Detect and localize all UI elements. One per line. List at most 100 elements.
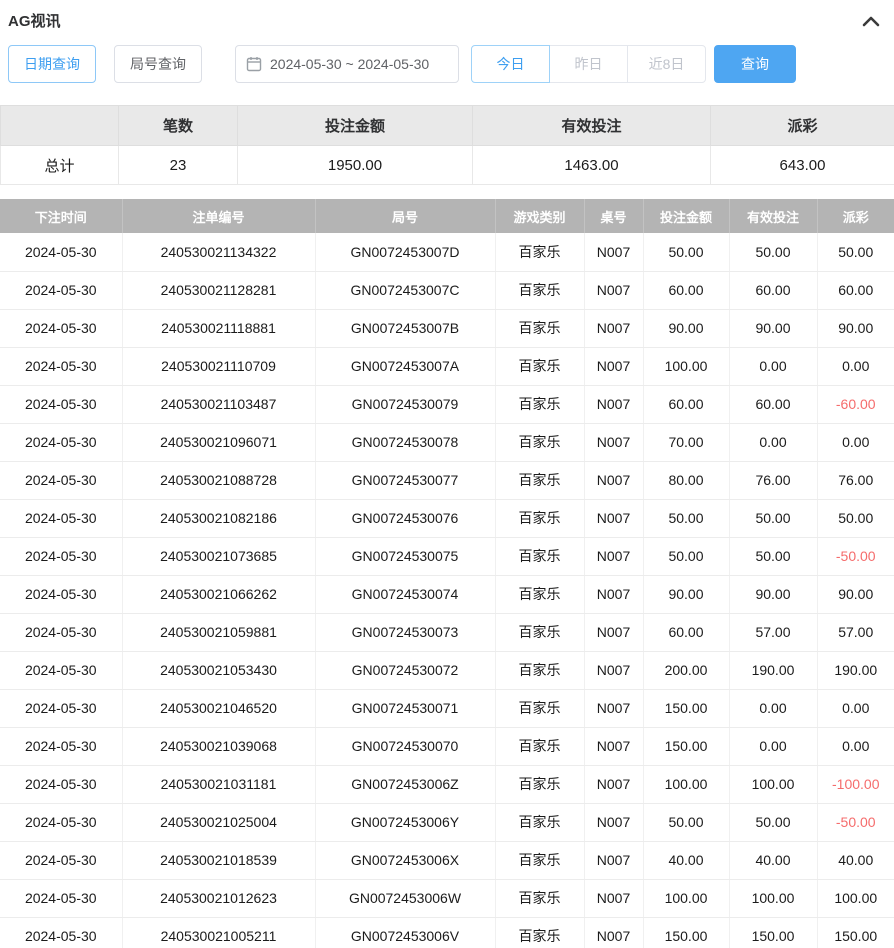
table-row: 2024-05-30240530021031181GN0072453006Z百家… (0, 765, 894, 803)
table-cell: N007 (584, 499, 643, 537)
table-cell: 60.00 (729, 385, 817, 423)
table-cell: 百家乐 (495, 309, 584, 347)
date-range-picker[interactable]: 2024-05-30 ~ 2024-05-30 (235, 45, 459, 83)
table-cell: 90.00 (817, 309, 894, 347)
table-cell: 90.00 (643, 575, 729, 613)
date-range-value: 2024-05-30 ~ 2024-05-30 (270, 56, 429, 72)
table-cell: 2024-05-30 (0, 841, 122, 879)
table-cell: N007 (584, 803, 643, 841)
table-cell: 76.00 (817, 461, 894, 499)
table-cell: 2024-05-30 (0, 271, 122, 309)
table-cell: 2024-05-30 (0, 309, 122, 347)
table-cell: GN00724530074 (315, 575, 495, 613)
table-cell: 150.00 (817, 917, 894, 948)
table-cell: N007 (584, 575, 643, 613)
table-cell: 2024-05-30 (0, 461, 122, 499)
page: AG视讯 日期查询 局号查询 2024-05-30 ~ 2024-05-30 今… (0, 0, 894, 948)
table-cell: 0.00 (817, 689, 894, 727)
quick-button-today[interactable]: 今日 (471, 45, 550, 83)
table-cell: 57.00 (729, 613, 817, 651)
table-cell: 百家乐 (495, 613, 584, 651)
table-cell: 2024-05-30 (0, 385, 122, 423)
summary-total-payout: 643.00 (711, 146, 894, 185)
table-cell: 2024-05-30 (0, 347, 122, 385)
table-cell: 240530021110709 (122, 347, 315, 385)
table-cell: 60.00 (643, 271, 729, 309)
date-query-button[interactable]: 日期查询 (8, 45, 96, 83)
table-cell: N007 (584, 309, 643, 347)
table-cell: 100.00 (729, 879, 817, 917)
table-cell: N007 (584, 233, 643, 271)
table-cell: 50.00 (729, 803, 817, 841)
table-cell: 百家乐 (495, 233, 584, 271)
collapse-button[interactable] (860, 12, 882, 30)
table-cell: 40.00 (643, 841, 729, 879)
table-cell: N007 (584, 879, 643, 917)
table-cell: N007 (584, 385, 643, 423)
table-cell: N007 (584, 461, 643, 499)
table-cell: 190.00 (729, 651, 817, 689)
quick-button-yesterday[interactable]: 昨日 (549, 45, 628, 83)
table-cell: 百家乐 (495, 575, 584, 613)
search-button[interactable]: 查询 (714, 45, 796, 83)
table-cell: 90.00 (643, 309, 729, 347)
header-bet-amount: 投注金额 (643, 199, 729, 233)
table-row: 2024-05-30240530021134322GN0072453007D百家… (0, 233, 894, 271)
header-table-no: 桌号 (584, 199, 643, 233)
summary-header-row: 笔数 投注金额 有效投注 派彩 (1, 106, 894, 146)
table-cell: 0.00 (817, 347, 894, 385)
header-round-id: 局号 (315, 199, 495, 233)
table-cell: 100.00 (643, 765, 729, 803)
table-row: 2024-05-30240530021082186GN00724530076百家… (0, 499, 894, 537)
table-cell: GN00724530075 (315, 537, 495, 575)
table-cell: 240530021053430 (122, 651, 315, 689)
table-cell: 240530021066262 (122, 575, 315, 613)
summary-header-bet-amount: 投注金额 (238, 106, 473, 146)
table-cell: 240530021031181 (122, 765, 315, 803)
bet-table-body: 2024-05-30240530021134322GN0072453007D百家… (0, 233, 894, 948)
bet-table: 下注时间 注单编号 局号 游戏类别 桌号 投注金额 有效投注 派彩 2024-0… (0, 199, 894, 948)
table-cell: 百家乐 (495, 765, 584, 803)
table-cell: 240530021059881 (122, 613, 315, 651)
summary-total-row: 总计 23 1950.00 1463.00 643.00 (1, 146, 894, 185)
table-cell: 50.00 (729, 499, 817, 537)
calendar-icon (246, 56, 262, 72)
table-row: 2024-05-30240530021110709GN0072453007A百家… (0, 347, 894, 385)
header-bet-time: 下注时间 (0, 199, 122, 233)
table-cell: GN0072453007C (315, 271, 495, 309)
table-row: 2024-05-30240530021066262GN00724530074百家… (0, 575, 894, 613)
table-cell: 百家乐 (495, 385, 584, 423)
table-cell: 0.00 (817, 423, 894, 461)
table-cell: N007 (584, 271, 643, 309)
summary-total-bet-amount: 1950.00 (238, 146, 473, 185)
table-cell: N007 (584, 651, 643, 689)
table-cell: 50.00 (643, 537, 729, 575)
table-cell: 90.00 (729, 309, 817, 347)
table-cell: 240530021073685 (122, 537, 315, 575)
table-row: 2024-05-30240530021012623GN0072453006W百家… (0, 879, 894, 917)
table-cell: GN00724530073 (315, 613, 495, 651)
round-query-button[interactable]: 局号查询 (114, 45, 202, 83)
table-cell: 100.00 (643, 879, 729, 917)
table-cell: 50.00 (729, 233, 817, 271)
table-cell: N007 (584, 537, 643, 575)
table-cell: 80.00 (643, 461, 729, 499)
table-cell: GN0072453006Z (315, 765, 495, 803)
table-row: 2024-05-30240530021073685GN00724530075百家… (0, 537, 894, 575)
chevron-up-icon (862, 16, 880, 31)
table-row: 2024-05-30240530021025004GN0072453006Y百家… (0, 803, 894, 841)
table-cell: 60.00 (729, 271, 817, 309)
table-cell: 2024-05-30 (0, 537, 122, 575)
table-cell: 50.00 (643, 803, 729, 841)
header-payout: 派彩 (817, 199, 894, 233)
table-cell: 2024-05-30 (0, 613, 122, 651)
table-cell: N007 (584, 423, 643, 461)
table-cell: 百家乐 (495, 423, 584, 461)
table-cell: 240530021134322 (122, 233, 315, 271)
table-cell: 2024-05-30 (0, 651, 122, 689)
table-cell: 0.00 (817, 727, 894, 765)
summary-total-count: 23 (119, 146, 238, 185)
quick-button-last8days[interactable]: 近8日 (627, 45, 706, 83)
table-cell: GN0072453007B (315, 309, 495, 347)
table-cell: N007 (584, 689, 643, 727)
